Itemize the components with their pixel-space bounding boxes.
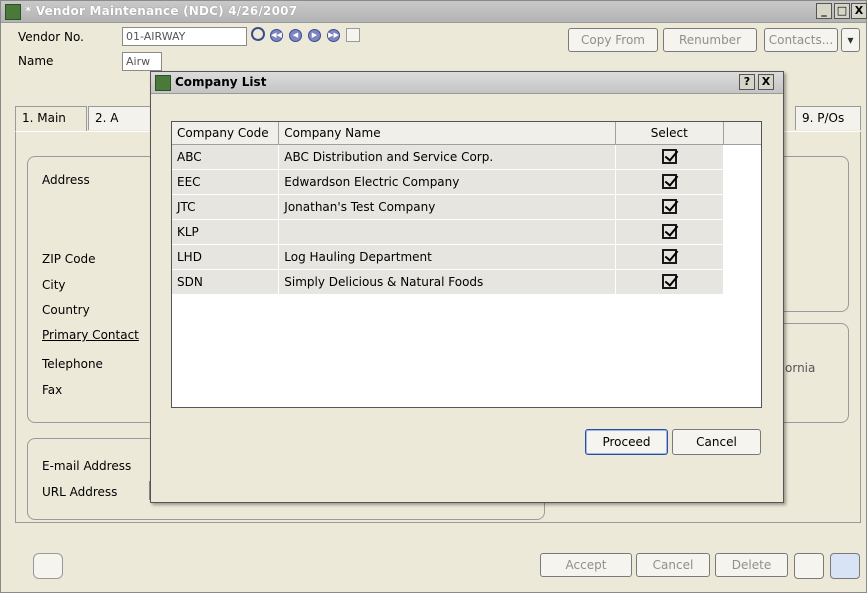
accept-button[interactable]: Accept	[540, 553, 632, 577]
tab-address[interactable]: 2. A	[88, 106, 151, 130]
company-name-cell: Jonathan's Test Company	[278, 194, 616, 220]
zip-label: ZIP Code	[42, 252, 96, 266]
company-name-cell: Simply Delicious & Natural Foods	[278, 269, 616, 295]
dialog-close-button[interactable]: X	[758, 74, 774, 90]
row-filler	[723, 144, 761, 170]
company-code-cell: KLP	[172, 219, 280, 245]
select-checkbox[interactable]	[661, 199, 677, 214]
maximize-button[interactable]: □	[834, 3, 850, 19]
help-icon[interactable]	[830, 553, 860, 579]
delete-button[interactable]: Delete	[715, 553, 788, 577]
table-row[interactable]: SDN Simply Delicious & Natural Foods	[172, 269, 761, 295]
column-header-filler	[723, 122, 761, 145]
contacts-button[interactable]: Contacts...	[764, 28, 838, 52]
dialog-cancel-button[interactable]: Cancel	[672, 429, 761, 455]
row-filler	[723, 194, 761, 220]
company-grid[interactable]: Company Code Company Name Select ABC ABC …	[171, 121, 762, 408]
name-label: Name	[18, 54, 54, 68]
company-name-cell	[278, 219, 616, 245]
company-name-cell: ABC Distribution and Service Corp.	[278, 144, 616, 170]
app-icon	[5, 4, 21, 20]
table-row[interactable]: JTC Jonathan's Test Company	[172, 194, 761, 220]
notes-icon[interactable]	[346, 28, 360, 42]
select-cell	[615, 219, 724, 245]
company-name-cell: Edwardson Electric Company	[278, 169, 616, 195]
city-label: City	[42, 278, 66, 292]
print-icon[interactable]	[794, 553, 824, 579]
address-label: Address	[42, 173, 90, 187]
dialog-app-icon	[155, 75, 171, 91]
first-record-icon[interactable]: ◀◀	[270, 29, 283, 42]
select-checkbox[interactable]	[661, 274, 677, 289]
select-cell	[615, 144, 724, 170]
right-panel-top	[777, 156, 849, 312]
column-header-select[interactable]: Select	[615, 122, 724, 145]
dialog-titlebar[interactable]: Company List ? X	[151, 72, 783, 94]
state-partial-value: ornia	[785, 361, 816, 375]
vendor-no-input[interactable]: 01-AIRWAY	[122, 27, 247, 46]
company-code-cell: JTC	[172, 194, 280, 220]
column-header-name[interactable]: Company Name	[278, 122, 616, 145]
minimize-button[interactable]: _	[816, 3, 832, 19]
fax-label: Fax	[42, 383, 63, 397]
row-filler	[723, 219, 761, 245]
close-button[interactable]: X	[851, 3, 867, 19]
column-header-code[interactable]: Company Code	[172, 122, 280, 145]
cancel-button[interactable]: Cancel	[636, 553, 710, 577]
last-record-icon[interactable]: ▶▶	[327, 29, 340, 42]
row-filler	[723, 244, 761, 270]
refresh-icon[interactable]	[33, 553, 63, 579]
row-filler	[723, 169, 761, 195]
select-cell	[615, 194, 724, 220]
table-row[interactable]: LHD Log Hauling Department	[172, 244, 761, 270]
table-row[interactable]: ABC ABC Distribution and Service Corp.	[172, 144, 761, 170]
renumber-button[interactable]: Renumber	[663, 28, 757, 52]
row-filler	[723, 269, 761, 295]
next-record-icon[interactable]: ▶	[308, 29, 321, 42]
company-code-cell: EEC	[172, 169, 280, 195]
select-cell	[615, 169, 724, 195]
country-label: Country	[42, 303, 90, 317]
lookup-search-icon[interactable]	[251, 27, 265, 41]
select-cell	[615, 269, 724, 295]
name-input[interactable]: Airw	[122, 52, 162, 71]
email-label: E-mail Address	[42, 459, 132, 473]
previous-record-icon[interactable]: ◀	[289, 29, 302, 42]
dialog-help-button[interactable]: ?	[739, 74, 755, 90]
select-checkbox[interactable]	[661, 174, 677, 189]
telephone-label: Telephone	[42, 357, 103, 371]
company-list-dialog: Company List ? X Company Code Company Na…	[150, 71, 784, 503]
table-row[interactable]: EEC Edwardson Electric Company	[172, 169, 761, 195]
url-label: URL Address	[42, 485, 118, 499]
primary-contact-link[interactable]: Primary Contact	[42, 328, 139, 342]
proceed-button[interactable]: Proceed	[585, 429, 668, 455]
select-checkbox[interactable]	[661, 249, 677, 264]
company-code-cell: SDN	[172, 269, 280, 295]
company-table: Company Code Company Name Select ABC ABC …	[172, 122, 761, 295]
tab-pos[interactable]: 9. P/Os	[795, 106, 861, 130]
select-checkbox[interactable]	[661, 224, 677, 239]
table-row[interactable]: KLP	[172, 219, 761, 245]
dialog-title: Company List	[175, 75, 267, 89]
window-titlebar[interactable]: * Vendor Maintenance (NDC) 4/26/2007 _ □…	[1, 1, 867, 23]
vendor-no-label: Vendor No.	[18, 30, 84, 44]
company-code-cell: LHD	[172, 244, 280, 270]
select-checkbox[interactable]	[661, 149, 677, 164]
company-code-cell: ABC	[172, 144, 280, 170]
contacts-dropdown-icon[interactable]: ▾	[841, 28, 860, 52]
select-cell	[615, 244, 724, 270]
window-title: * Vendor Maintenance (NDC) 4/26/2007	[25, 4, 298, 18]
company-name-cell: Log Hauling Department	[278, 244, 616, 270]
tab-main[interactable]: 1. Main	[15, 106, 87, 132]
copy-from-button[interactable]: Copy From	[568, 28, 658, 52]
